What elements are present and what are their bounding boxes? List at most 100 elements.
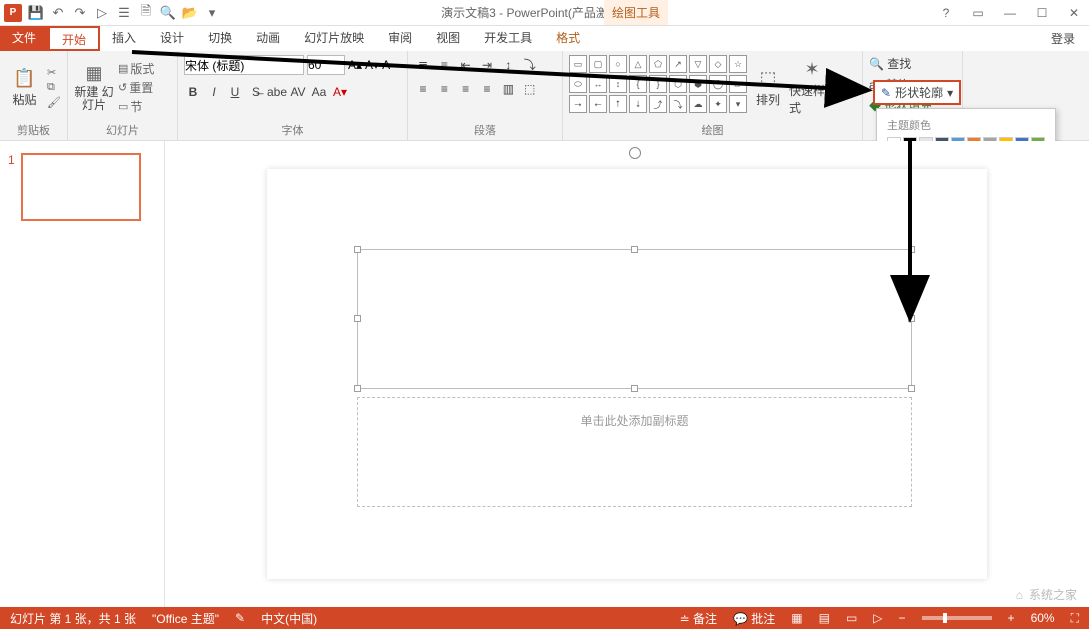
print-preview-icon[interactable]: 🔍 [160,5,176,21]
group-label: 剪贴板 [6,120,61,138]
normal-view-icon[interactable]: ▦ [791,611,802,625]
clear-format-icon[interactable]: A̶ [382,58,390,72]
zoom-in-icon[interactable]: + [1008,611,1015,625]
char-spacing-icon[interactable]: AV [289,83,307,101]
zoom-out-icon[interactable]: − [899,611,906,625]
tab-animation[interactable]: 动画 [244,26,292,51]
slide-thumbnail-pane: 1 [0,141,165,607]
section-button[interactable]: ▭ 节 [118,98,154,115]
new-slide-button[interactable]: ▦ 新建 幻灯片 [74,55,114,120]
find-button[interactable]: 🔍 查找 [869,55,932,72]
fit-window-icon[interactable]: ⛶ [1071,611,1079,626]
tab-file[interactable]: 文件 [0,26,48,51]
start-show-icon[interactable]: ▷ [94,5,110,21]
group-label: 幻灯片 [74,120,171,138]
arrange-button[interactable]: ⬚ 排列 [751,55,785,120]
font-name-input[interactable] [184,55,304,75]
font-color-icon[interactable]: A▾ [331,83,349,101]
touch-mode-icon[interactable]: ☰ [116,5,132,21]
shape-outline-button[interactable]: ✎ 形状轮廓 ▾ [873,80,961,105]
change-case-icon[interactable]: Aa [310,83,328,101]
group-label: 绘图 [569,120,856,138]
slide-canvas[interactable]: 单击此处添加副标题 [165,141,1089,607]
reset-button[interactable]: ↺ 重置 [118,79,154,96]
titlebar: P 💾 ↶ ↷ ▷ ☰ 🗎 🔍 📂 ▾ 演示文稿3 - PowerPoint(产… [0,0,1089,26]
title-placeholder[interactable] [357,249,912,389]
quick-styles-button[interactable]: ✶ 快速样式 [789,55,835,120]
shrink-font-icon[interactable]: A▾ [365,58,379,72]
comments-button[interactable]: 💬 批注 [733,610,775,627]
numbering-icon[interactable]: ≡ [435,56,453,74]
tab-review[interactable]: 审阅 [376,26,424,51]
help-icon[interactable]: ? [935,6,957,20]
copy-icon[interactable]: ⧉ [47,81,61,94]
status-bar: 幻灯片 第 1 张，共 1 张 "Office 主题" ✎ 中文(中国) ≐ 备… [0,607,1089,629]
app-logo-icon: P [4,4,22,22]
line-spacing-icon[interactable]: ↕ [499,56,517,74]
ribbon-collapse-icon[interactable]: ▭ [967,6,989,20]
rotate-handle-icon[interactable] [629,147,641,159]
shapes-gallery[interactable]: ▭▢○△⬠↗▽◇☆ ⬭↔↕{}⬡⬢◯▱ ⭢⭠⭡⭣⤴⤵☁✦▾ [569,55,747,120]
align-center-icon[interactable]: ≡ [435,80,453,98]
undo-icon[interactable]: ↶ [50,5,66,21]
layout-button[interactable]: ▤ 版式 [118,60,154,77]
language[interactable]: 中文(中国) [261,610,317,627]
new-icon[interactable]: 🗎 [138,5,154,21]
open-icon[interactable]: 📂 [182,5,198,21]
shadow-icon[interactable]: abe [268,83,286,101]
format-painter-icon[interactable]: 🖌 [47,96,61,109]
bullets-icon[interactable]: ≣ [414,56,432,74]
cut-icon[interactable]: ✂ [47,66,61,79]
indent-out-icon[interactable]: ⇤ [457,56,475,74]
notes-button[interactable]: ≐ 备注 [680,610,717,627]
tab-transition[interactable]: 切换 [196,26,244,51]
tab-home[interactable]: 开始 [48,26,100,51]
group-font: A▴ A▾ A̶ B I U S̶ abe AV Aa A▾ 字体 [178,51,408,140]
arrange-icon: ⬚ [759,68,776,89]
spellcheck-icon[interactable]: ✎ [235,611,245,625]
redo-icon[interactable]: ↷ [72,5,88,21]
tab-insert[interactable]: 插入 [100,26,148,51]
tab-format[interactable]: 格式 [544,26,592,51]
zoom-level[interactable]: 60% [1031,611,1055,625]
minimize-icon[interactable]: — [999,6,1021,20]
maximize-icon[interactable]: ☐ [1031,6,1053,20]
underline-icon[interactable]: U [226,83,244,101]
close-icon[interactable]: ✕ [1063,6,1085,20]
group-paragraph: ≣ ≡ ⇤ ⇥ ↕ ⤵ ≡ ≡ ≡ ≡ ▥ ⬚ 段落 [408,51,563,140]
tab-slideshow[interactable]: 幻灯片放映 [292,26,376,51]
tab-devtools[interactable]: 开发工具 [472,26,544,51]
slideshow-view-icon[interactable]: ▷ [873,611,882,625]
columns-icon[interactable]: ▥ [499,80,517,98]
login-link[interactable]: 登录 [1051,30,1089,47]
smartart-icon[interactable]: ⬚ [521,80,539,98]
zoom-slider[interactable] [922,616,992,620]
pen-icon: ✎ [881,86,891,100]
quick-access-toolbar: P 💾 ↶ ↷ ▷ ☰ 🗎 🔍 📂 ▾ [0,4,220,22]
grow-font-icon[interactable]: A▴ [348,58,362,72]
save-icon[interactable]: 💾 [28,5,44,21]
sorter-view-icon[interactable]: ▤ [819,611,830,625]
tab-design[interactable]: 设计 [148,26,196,51]
slide-thumbnail[interactable] [21,153,141,221]
font-size-input[interactable] [307,55,345,75]
align-left-icon[interactable]: ≡ [414,80,432,98]
bold-icon[interactable]: B [184,83,202,101]
strike-icon[interactable]: S̶ [247,83,265,101]
indent-in-icon[interactable]: ⇥ [478,56,496,74]
chevron-down-icon: ▾ [947,86,953,100]
new-slide-icon: ▦ [85,63,102,84]
align-right-icon[interactable]: ≡ [457,80,475,98]
slide-counter: 幻灯片 第 1 张，共 1 张 [10,610,136,627]
watermark-icon: ⌂ [1016,588,1023,602]
quick-styles-icon: ✶ [804,59,819,80]
reading-view-icon[interactable]: ▭ [846,611,857,625]
tab-view[interactable]: 视图 [424,26,472,51]
subtitle-placeholder[interactable]: 单击此处添加副标题 [357,397,912,507]
qat-dropdown-icon[interactable]: ▾ [204,5,220,21]
italic-icon[interactable]: I [205,83,223,101]
group-clipboard: 📋 粘贴 ✂ ⧉ 🖌 剪贴板 [0,51,68,140]
paste-button[interactable]: 📋 粘贴 [6,55,43,120]
justify-icon[interactable]: ≡ [478,80,496,98]
text-dir-icon[interactable]: ⤵ [521,55,539,73]
